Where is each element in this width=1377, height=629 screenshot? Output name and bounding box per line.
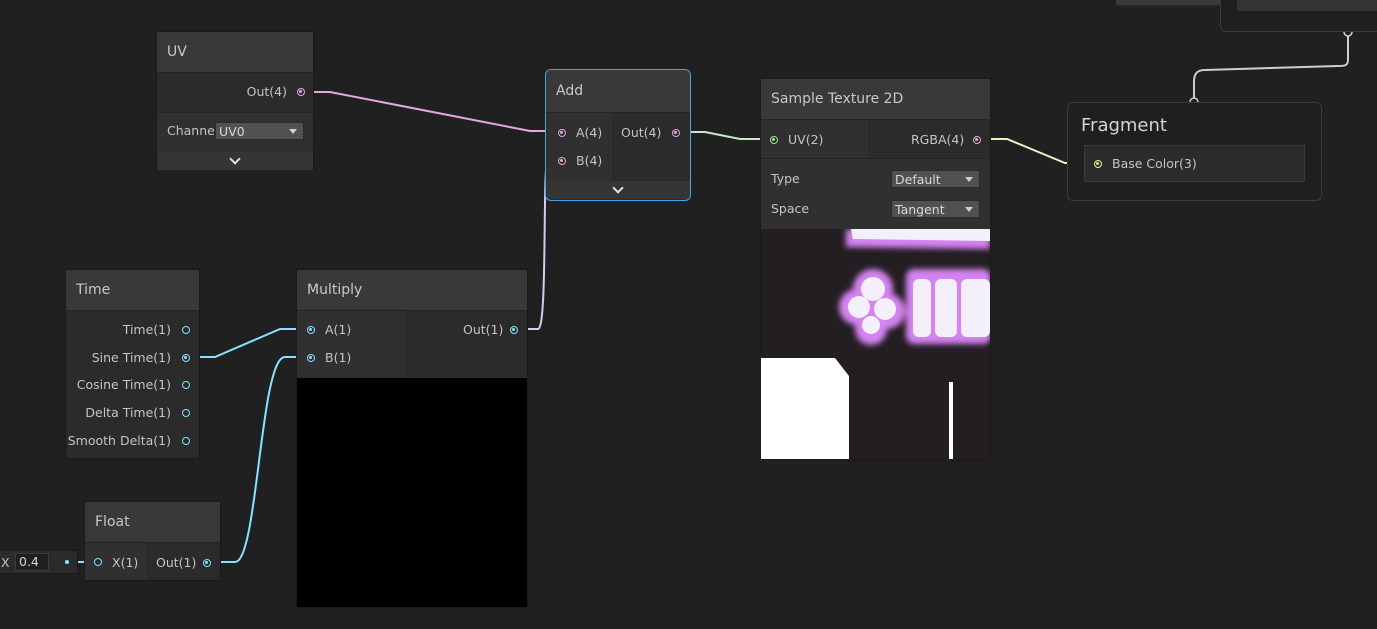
smooth-delta-output-port[interactable] [182, 437, 190, 445]
multiply-out-port[interactable] [510, 326, 518, 334]
sample-space-label: Space [771, 201, 810, 216]
sample-texture-preview [761, 229, 990, 459]
sample-space-dropdown[interactable]: Tangent [891, 200, 980, 218]
add-a-label: A(4) [576, 125, 603, 140]
float-node-title: Float [85, 502, 220, 543]
wire-sinetime-to-multiply-a [186, 328, 310, 358]
float-inline-field[interactable]: X 0.4 [0, 550, 78, 574]
base-color-label: Base Color(3) [1112, 156, 1197, 171]
uv-node-title: UV [157, 32, 313, 73]
chevron-down-icon [289, 129, 297, 134]
add-out-port[interactable] [672, 129, 680, 137]
time-output-port[interactable] [182, 326, 190, 334]
float-x-label: X(1) [112, 555, 139, 570]
multiply-node-title: Multiply [297, 270, 527, 311]
delta-time-output-port[interactable] [182, 409, 190, 417]
add-node[interactable]: Add A(4) B(4) Out(4) [545, 69, 691, 201]
time-node[interactable]: Time Time(1) Sine Time(1) Cosine Time(1)… [65, 269, 200, 459]
float-value-input[interactable]: 0.4 [15, 553, 49, 571]
cosine-time-output-label: Cosine Time(1) [76, 377, 171, 392]
sine-time-output-port[interactable] [182, 354, 190, 362]
fragment-context[interactable]: Fragment Base Color(3) [1067, 102, 1322, 201]
sample-type-dropdown[interactable]: Default [891, 170, 980, 188]
chevron-down-icon [965, 207, 973, 212]
wire-float-to-multiply-b [207, 356, 310, 563]
multiply-b-port[interactable] [307, 354, 315, 362]
shader-graph-canvas[interactable]: UV Out(4) Channe UV0 Add A(4) B(4) Out(4… [0, 0, 1377, 629]
sample-uv-label: UV(2) [788, 132, 824, 147]
float-field-label: X [1, 555, 10, 570]
uv-out-port[interactable] [297, 88, 305, 96]
base-color-block[interactable]: Base Color(3) [1084, 145, 1305, 182]
smooth-delta-output-label: Smooth Delta(1) [67, 433, 171, 448]
partial-node-top-left [1115, 0, 1232, 6]
float-x-port[interactable] [94, 558, 102, 566]
float-out-port[interactable] [203, 559, 211, 567]
sample-controls-panel [761, 158, 990, 229]
add-b-label: B(4) [576, 153, 603, 168]
time-node-title: Time [66, 270, 199, 311]
fragment-title: Fragment [1081, 115, 1167, 136]
uv-expand-button[interactable] [157, 152, 313, 170]
sample-rgba-port[interactable] [973, 136, 981, 144]
sample-space-value: Tangent [895, 202, 945, 217]
multiply-preview [297, 378, 527, 607]
float-node[interactable]: Float X(1) Out(1) [84, 501, 221, 581]
multiply-a-label: A(1) [325, 322, 352, 337]
time-output-label: Time(1) [122, 322, 171, 337]
chevron-down-icon [229, 153, 241, 165]
uv-out-port-row[interactable]: Out(4) [247, 82, 287, 102]
sample-texture-title: Sample Texture 2D [761, 79, 990, 120]
add-expand-button[interactable] [546, 181, 690, 199]
cosine-time-output-port[interactable] [182, 381, 190, 389]
sample-texture-2d-node[interactable]: Sample Texture 2D UV(2) RGBA(4) Type Def… [760, 78, 991, 460]
add-b-port[interactable] [558, 157, 566, 165]
wire-uv-to-add-a [300, 91, 562, 132]
sample-type-label: Type [771, 171, 800, 186]
uv-node[interactable]: UV Out(4) Channe UV0 [156, 31, 314, 170]
add-a-port[interactable] [558, 129, 566, 137]
sample-uv-port[interactable] [770, 136, 778, 144]
add-node-title: Add [546, 70, 690, 113]
multiply-b-label: B(1) [325, 350, 352, 365]
uv-channel-dropdown[interactable]: UV0 [215, 122, 304, 140]
sine-time-output-label: Sine Time(1) [91, 350, 171, 365]
float-field-dot [65, 560, 69, 564]
sample-rgba-label: RGBA(4) [911, 132, 965, 147]
multiply-a-port[interactable] [307, 326, 315, 334]
vertex-context-block [1220, 0, 1377, 32]
uv-channel-label: Channe [167, 123, 215, 138]
float-out-label: Out(1) [156, 555, 197, 570]
wire-vertex-to-fragment [1193, 32, 1349, 102]
chevron-down-icon [965, 177, 973, 182]
chevron-down-icon [612, 182, 624, 194]
uv-channel-value: UV0 [219, 124, 245, 139]
texture-preview-image [761, 229, 990, 459]
sample-type-value: Default [895, 172, 941, 187]
delta-time-output-label: Delta Time(1) [85, 405, 171, 420]
base-color-port[interactable] [1094, 160, 1102, 168]
multiply-out-label: Out(1) [463, 322, 504, 337]
multiply-node[interactable]: Multiply A(1) B(1) Out(1) [296, 269, 528, 608]
add-out-label: Out(4) [621, 125, 662, 140]
